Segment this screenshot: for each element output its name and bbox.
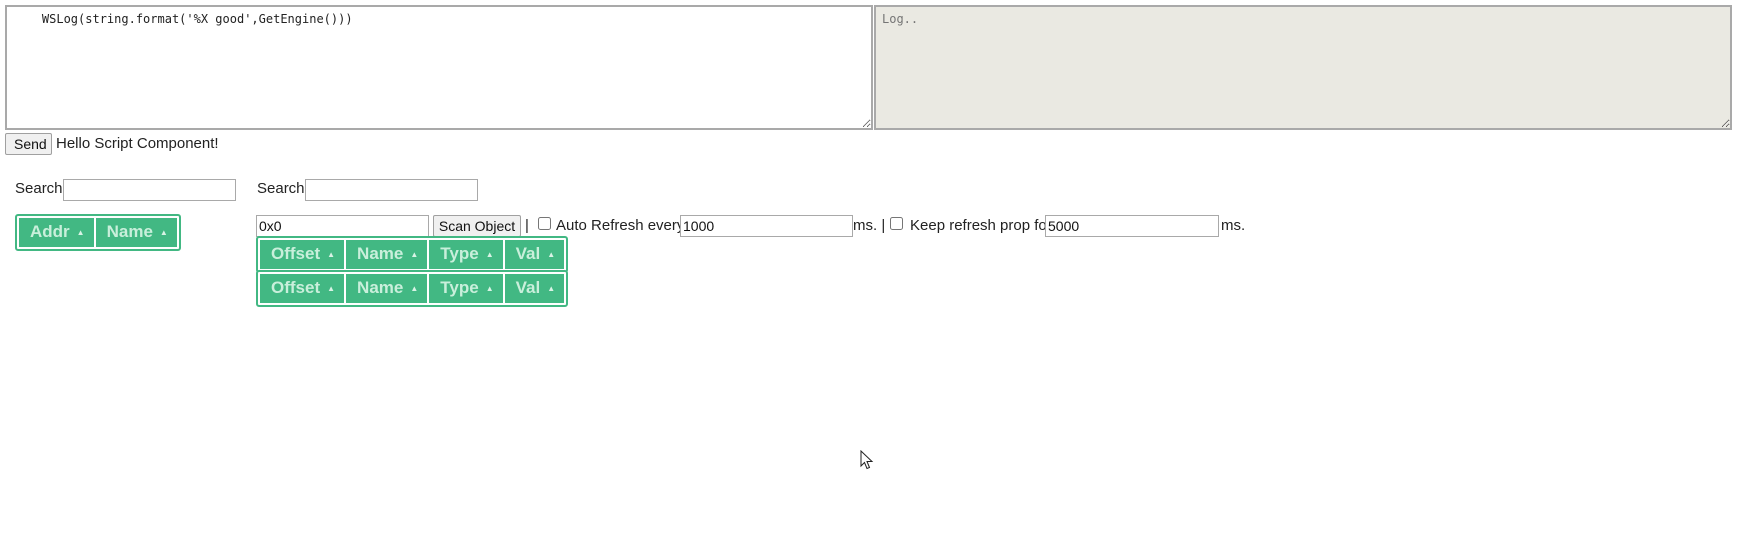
address-table-header-row: Addr ▲ Name ▲ [19, 218, 177, 247]
right-search-input[interactable] [305, 179, 478, 201]
script-input[interactable] [5, 5, 873, 130]
sort-asc-icon: ▲ [485, 250, 494, 260]
sort-asc-icon: ▲ [410, 250, 419, 260]
column-header-addr[interactable]: Addr ▲ [19, 218, 94, 247]
status-message: Hello Script Component! [56, 135, 219, 152]
column-header-name[interactable]: Name ▲ [95, 218, 177, 247]
sort-asc-icon: ▲ [327, 250, 336, 260]
log-output[interactable] [874, 5, 1732, 130]
sort-asc-icon: ▲ [76, 228, 85, 238]
address-table: Addr ▲ Name ▲ [15, 214, 181, 251]
right-search-label: Search [257, 180, 305, 197]
scan-object-button[interactable]: Scan Object [433, 215, 521, 237]
mouse-cursor-icon [860, 450, 874, 470]
sort-asc-icon: ▲ [159, 228, 168, 238]
properties-table-header-row: Offset ▲ Name ▲ Type ▲ Val ▲ [260, 274, 565, 303]
properties-table-header-row: Offset ▲ Name ▲ Type ▲ Val ▲ [260, 240, 565, 269]
column-header-type[interactable]: Type ▲ [429, 240, 503, 269]
auto-refresh-interval-input[interactable] [680, 215, 853, 237]
column-header-offset[interactable]: Offset ▲ [260, 274, 345, 303]
sort-asc-icon: ▲ [327, 284, 336, 294]
column-header-type[interactable]: Type ▲ [429, 274, 503, 303]
keep-refresh-duration-input[interactable] [1045, 215, 1219, 237]
keep-refresh-checkbox[interactable] [890, 217, 903, 230]
sort-asc-icon: ▲ [547, 250, 556, 260]
sort-asc-icon: ▲ [410, 284, 419, 294]
column-header-val[interactable]: Val ▲ [504, 274, 565, 303]
auto-refresh-label: Auto Refresh every [556, 217, 685, 234]
auto-refresh-unit: ms. | [853, 217, 886, 234]
left-search-input[interactable] [63, 179, 236, 201]
keep-refresh-label: Keep refresh prop for [910, 217, 1052, 234]
properties-table: Offset ▲ Name ▲ Type ▲ Val ▲ [256, 236, 569, 273]
column-header-name[interactable]: Name ▲ [346, 240, 428, 269]
sort-asc-icon: ▲ [547, 284, 556, 294]
auto-refresh-checkbox[interactable] [538, 217, 551, 230]
object-address-input[interactable] [256, 215, 429, 237]
sort-asc-icon: ▲ [485, 284, 494, 294]
left-search-label: Search [15, 180, 63, 197]
column-header-offset[interactable]: Offset ▲ [260, 240, 345, 269]
column-header-name[interactable]: Name ▲ [346, 274, 428, 303]
keep-refresh-unit: ms. [1221, 217, 1246, 234]
properties-table-secondary: Offset ▲ Name ▲ Type ▲ Val ▲ [256, 270, 569, 307]
send-button[interactable]: Send [5, 133, 52, 155]
separator: | [525, 217, 529, 234]
column-header-val[interactable]: Val ▲ [504, 240, 565, 269]
